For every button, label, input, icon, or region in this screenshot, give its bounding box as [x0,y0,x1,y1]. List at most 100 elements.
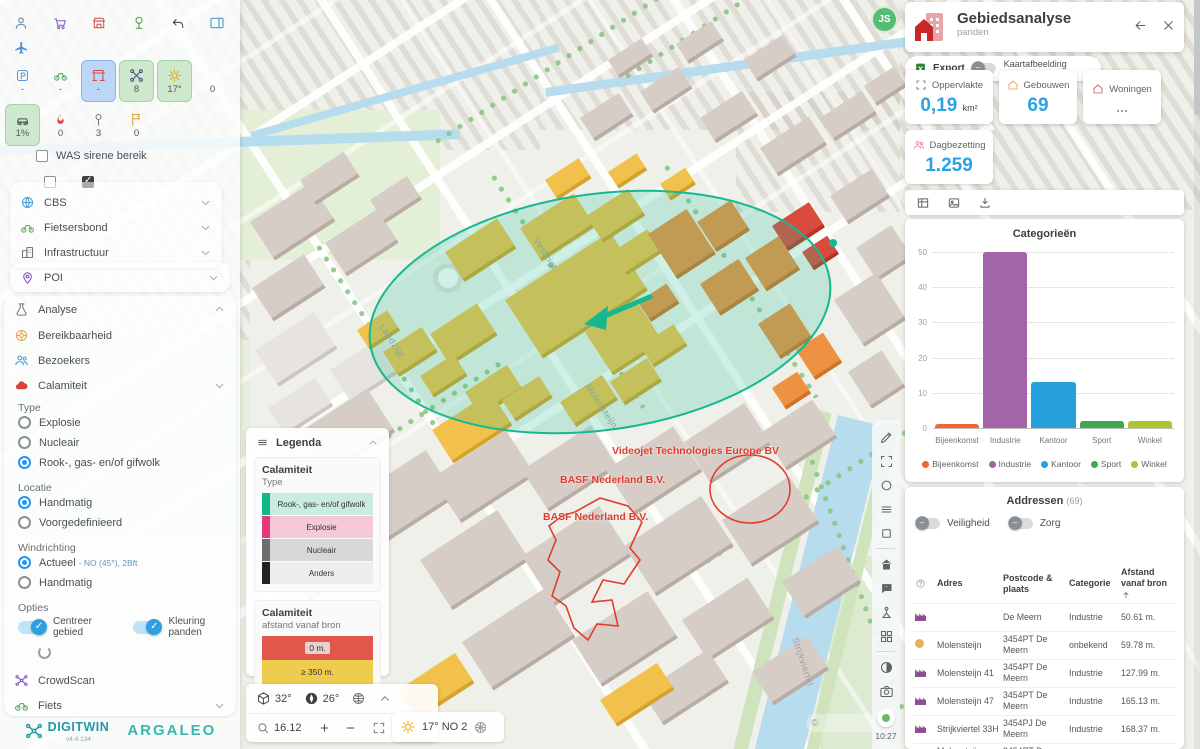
sidebar-item-fiets[interactable]: Fiets [4,693,236,718]
radio-button[interactable] [18,516,31,529]
table-row[interactable]: Molensteijn 42B3454PT De Meernonbekend17… [913,743,1176,749]
sidebar-item-cbs[interactable]: CBS [10,190,222,215]
search-icon[interactable] [256,721,270,735]
smiley-badge[interactable]: 0 [195,60,230,102]
parking-badge[interactable]: - [5,60,40,102]
radio-option-nucleair[interactable]: Nucleair [18,436,160,449]
zoom-in-button[interactable]: + [314,720,336,737]
sort-arrow-icon[interactable] [1121,590,1131,600]
fullscreen-icon[interactable] [372,721,386,735]
grid-tool-icon[interactable] [874,624,898,648]
weather-widget[interactable]: 17° NO 2 [392,712,504,742]
radio-option-voorgedefinieerd[interactable]: Voorgedefinieerd [18,516,122,529]
chevron-down-icon[interactable] [199,221,212,234]
back-icon[interactable] [1133,18,1148,33]
was-sirene-row[interactable]: WAS sirene bereik [36,150,147,162]
radio-button[interactable] [18,436,31,449]
toggle-kleuring-panden[interactable]: Kleuring panden [133,616,236,638]
hub-tool-icon[interactable] [874,600,898,624]
table-row[interactable]: De MeernIndustrie50.61 m. [913,603,1176,631]
table-row[interactable]: Strijkviertel 33H3454PJ De MeernIndustri… [913,715,1176,743]
image-view-icon[interactable] [947,196,961,210]
download-icon[interactable] [978,196,992,210]
analyse-header[interactable]: Analyse [4,296,236,323]
sidebar-item-bezoekers[interactable]: Bezoekers [4,348,236,373]
car-badge[interactable]: 1% [5,104,40,146]
toggle-centreer-gebied[interactable]: Centreer gebied [18,616,119,638]
collapse-chevron-icon[interactable] [378,692,392,706]
collapse-chevron-icon[interactable] [367,437,379,449]
radio-option-handmatig[interactable]: Handmatig [18,576,137,589]
table-row[interactable]: Molensteijn 473454PT De MeernIndustrie16… [913,687,1176,715]
radio-option-handmatig[interactable]: Handmatig [18,496,122,509]
person-icon[interactable] [6,8,36,38]
filter-veiligheid[interactable]: Veiligheid [915,517,990,530]
chevron-down-icon[interactable] [199,196,212,209]
market-icon[interactable] [84,8,114,38]
chevron-down-icon[interactable] [213,379,226,392]
radio-button[interactable] [18,496,31,509]
column-header-3[interactable]: Categorie [1067,576,1119,591]
chevron-down-icon[interactable] [199,246,212,259]
pin-badge[interactable]: 3 [81,104,116,146]
column-header-1[interactable]: Adres [935,576,1001,591]
toggle-switch[interactable] [18,621,45,634]
squareo-tool-icon[interactable] [874,521,898,545]
column-header-2[interactable]: Postcode & plaats [1001,571,1067,598]
radio-button[interactable] [18,576,31,589]
panel-icon[interactable] [202,8,232,38]
compass-icon[interactable] [304,691,319,706]
scrollbar-thumb[interactable] [1194,0,1200,115]
chevron-down-icon[interactable] [213,699,226,712]
sun-badge[interactable]: 17° [157,60,192,102]
fire-badge[interactable]: 0 [43,104,78,146]
filter-zorg[interactable]: Zorg [1008,517,1061,530]
status-dot-button[interactable] [877,709,895,727]
cart-icon[interactable] [45,8,75,38]
basemap-icon[interactable] [351,691,366,706]
contrast-tool-icon[interactable] [874,655,898,679]
sidebar-item-calamiteit[interactable]: Calamiteit [4,373,236,398]
chart-bar-winkel[interactable] [1128,421,1172,428]
chart-bar-industrie[interactable] [983,252,1027,428]
pencil-tool-icon[interactable] [874,425,898,449]
circleo-tool-icon[interactable] [874,473,898,497]
plane-icon[interactable] [14,40,29,55]
flag-badge[interactable]: 0 [119,104,154,146]
table-view-icon[interactable] [916,196,930,210]
home-tool-icon[interactable] [874,552,898,576]
tree-icon[interactable] [124,8,154,38]
sidebar-item-crowdscan[interactable]: CrowdScan [4,668,236,693]
chat-tool-icon[interactable] [874,576,898,600]
bicycle-badge[interactable]: - [43,60,78,102]
avatar[interactable]: JS [871,6,898,33]
sidebar-item-bereikbaarheid[interactable]: Bereikbaarheid [4,323,236,348]
radio-button[interactable] [18,456,31,469]
toggle-switch[interactable] [133,621,160,634]
radio-option-explosie[interactable]: Explosie [18,416,160,429]
close-icon[interactable] [1161,18,1176,33]
panel-scrollbar[interactable] [1194,0,1200,749]
drone-badge[interactable]: 8 [119,60,154,102]
measure-tool-icon[interactable] [874,449,898,473]
radio-option-rook-gas-en-of-gifwolk[interactable]: Rook-, gas- en/of gifwolk [18,456,160,469]
lines-tool-icon[interactable] [874,497,898,521]
radio-button[interactable] [18,556,31,569]
column-header-4[interactable]: Afstand vanaf bron [1119,565,1176,603]
zoom-out-button[interactable]: − [340,720,362,737]
was-sirene-checkbox[interactable] [36,150,48,162]
chart-bar-sport[interactable] [1080,421,1124,428]
table-row[interactable]: Molensteijn 413454PT De MeernIndustrie12… [913,659,1176,687]
radio-button[interactable] [18,416,31,429]
radio-option-actueel[interactable]: Actueel- NO (45°), 2Bft [18,556,137,569]
chart-bar-kantoor[interactable] [1031,382,1075,428]
chart-bar-bijeenkomst[interactable] [935,424,979,428]
sidebar-item-fietsersbond[interactable]: Fietsersbond [10,215,222,240]
table-row[interactable]: Molensteijn3454PT De Meernonbekend59.78 … [913,631,1176,659]
undo-icon[interactable] [163,8,193,38]
tilt-icon[interactable] [256,691,271,706]
sidebar-item-poi[interactable]: POI [10,265,230,290]
chevron-up-icon[interactable] [213,303,226,316]
barrier-badge[interactable]: - [81,60,116,102]
chevron-down-icon[interactable] [207,271,220,284]
